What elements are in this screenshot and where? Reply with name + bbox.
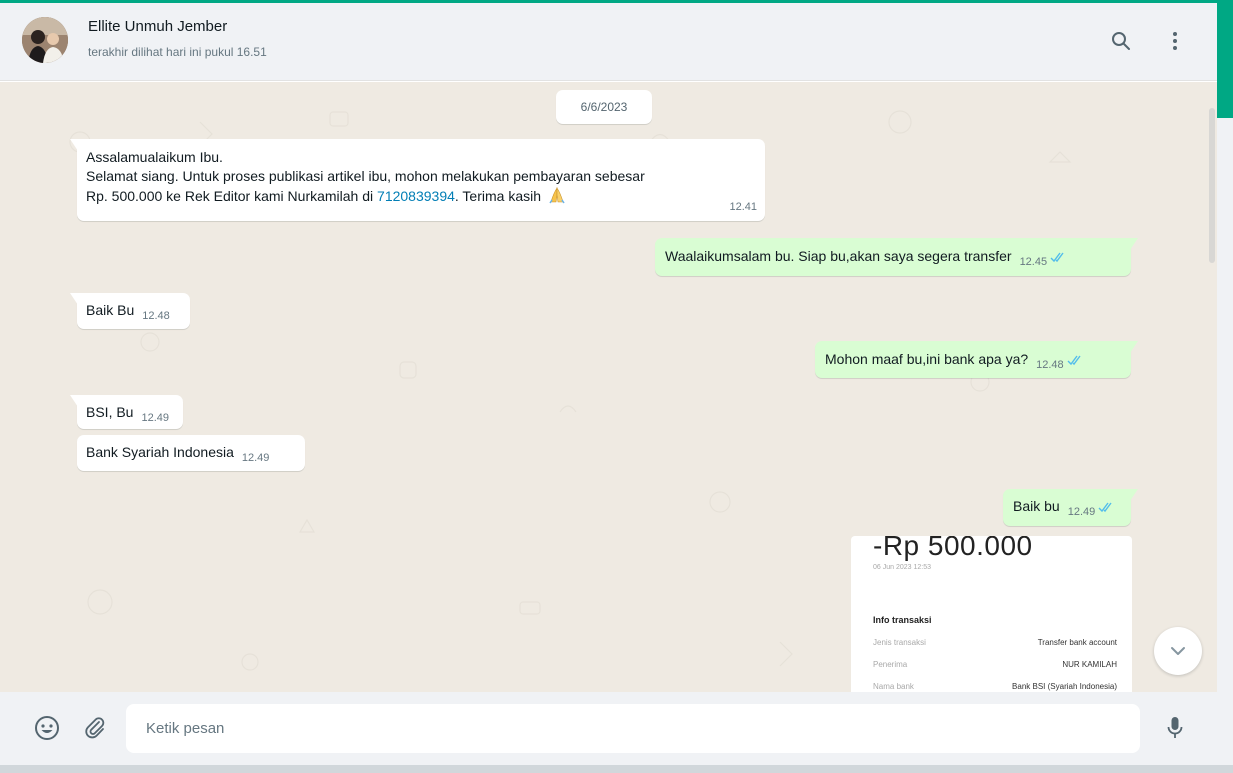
message-text-line: Rp. 500.000 ke Rek Editor kami Nurkamila… (86, 186, 755, 209)
contact-name[interactable]: Ellite Unmuh Jember (88, 18, 227, 35)
contact-avatar[interactable] (22, 17, 68, 63)
message-text-line: Selamat siang. Untuk proses publikasi ar… (86, 168, 645, 184)
emoji-icon[interactable] (33, 714, 61, 742)
whatsapp-window: Ellite Unmuh Jember terakhir dilihat har… (0, 0, 1233, 773)
scrollbar-thumb[interactable] (1209, 108, 1215, 263)
message-time: 12.41 (729, 201, 757, 213)
message-text: Waalaikumsalam bu. Siap bu,akan saya seg… (665, 248, 1012, 264)
chevron-down-icon (1171, 647, 1185, 655)
date-divider: 6/6/2023 (556, 90, 652, 124)
receipt-amount: -Rp 500.000 (873, 536, 1033, 561)
receipt-datetime: 06 Jun 2023 12:53 (873, 564, 931, 571)
message-outgoing[interactable]: Waalaikumsalam bu. Siap bu,akan saya seg… (655, 238, 1138, 276)
accent-strip (1217, 0, 1233, 118)
read-ticks-icon (1098, 499, 1114, 518)
bottom-edge (0, 765, 1233, 773)
message-text: BSI, Bu (86, 404, 134, 420)
receipt-section-title: Info transaksi (873, 615, 932, 625)
account-number-link[interactable]: 7120839394 (377, 188, 455, 204)
message-input[interactable] (126, 704, 1140, 753)
menu-dots-icon[interactable] (1163, 29, 1187, 53)
message-incoming[interactable]: Bank Syariah Indonesia 12.49 (77, 435, 305, 471)
read-ticks-icon (1067, 352, 1083, 371)
chat-header[interactable]: Ellite Unmuh Jember terakhir dilihat har… (0, 3, 1217, 81)
message-time: 12.49 (1067, 506, 1096, 518)
message-time: 12.48 (142, 310, 170, 322)
message-time: 12.49 (241, 452, 270, 464)
message-incoming[interactable]: BSI, Bu 12.49 (70, 395, 183, 429)
message-time: 12.45 (1019, 256, 1048, 268)
message-incoming[interactable]: Assalamualaikum Ibu. Selamat siang. Untu… (70, 139, 765, 221)
search-icon[interactable] (1109, 29, 1133, 53)
message-outgoing[interactable]: Baik bu 12.49 (1003, 489, 1138, 526)
message-text-line: Assalamualaikum Ibu. (86, 149, 223, 165)
folded-hands-emoji (548, 186, 566, 209)
message-list[interactable]: 6/6/2023 Assalamualaikum Ibu. Selamat si… (0, 82, 1217, 692)
message-time: 12.49 (141, 412, 169, 424)
mic-icon[interactable] (1161, 714, 1189, 742)
window-edge (1217, 0, 1233, 773)
transfer-receipt-image[interactable]: -Rp 500.000 06 Jun 2023 12:53 Info trans… (851, 536, 1132, 692)
message-outgoing[interactable]: Mohon maaf bu,ini bank apa ya? 12.48 (815, 341, 1138, 378)
composer-bar (0, 692, 1217, 765)
read-ticks-icon (1050, 249, 1066, 268)
last-seen-status: terakhir dilihat hari ini pukul 16.51 (88, 45, 267, 59)
message-text: Mohon maaf bu,ini bank apa ya? (825, 351, 1029, 367)
message-time: 12.48 (1036, 359, 1064, 371)
message-text: Baik bu (1013, 498, 1060, 514)
message-text: Baik Bu (86, 302, 135, 318)
attach-icon[interactable] (81, 714, 109, 742)
scroll-to-bottom-button[interactable] (1154, 627, 1202, 675)
message-text: Bank Syariah Indonesia (86, 444, 234, 460)
message-incoming[interactable]: Baik Bu 12.48 (70, 293, 190, 329)
